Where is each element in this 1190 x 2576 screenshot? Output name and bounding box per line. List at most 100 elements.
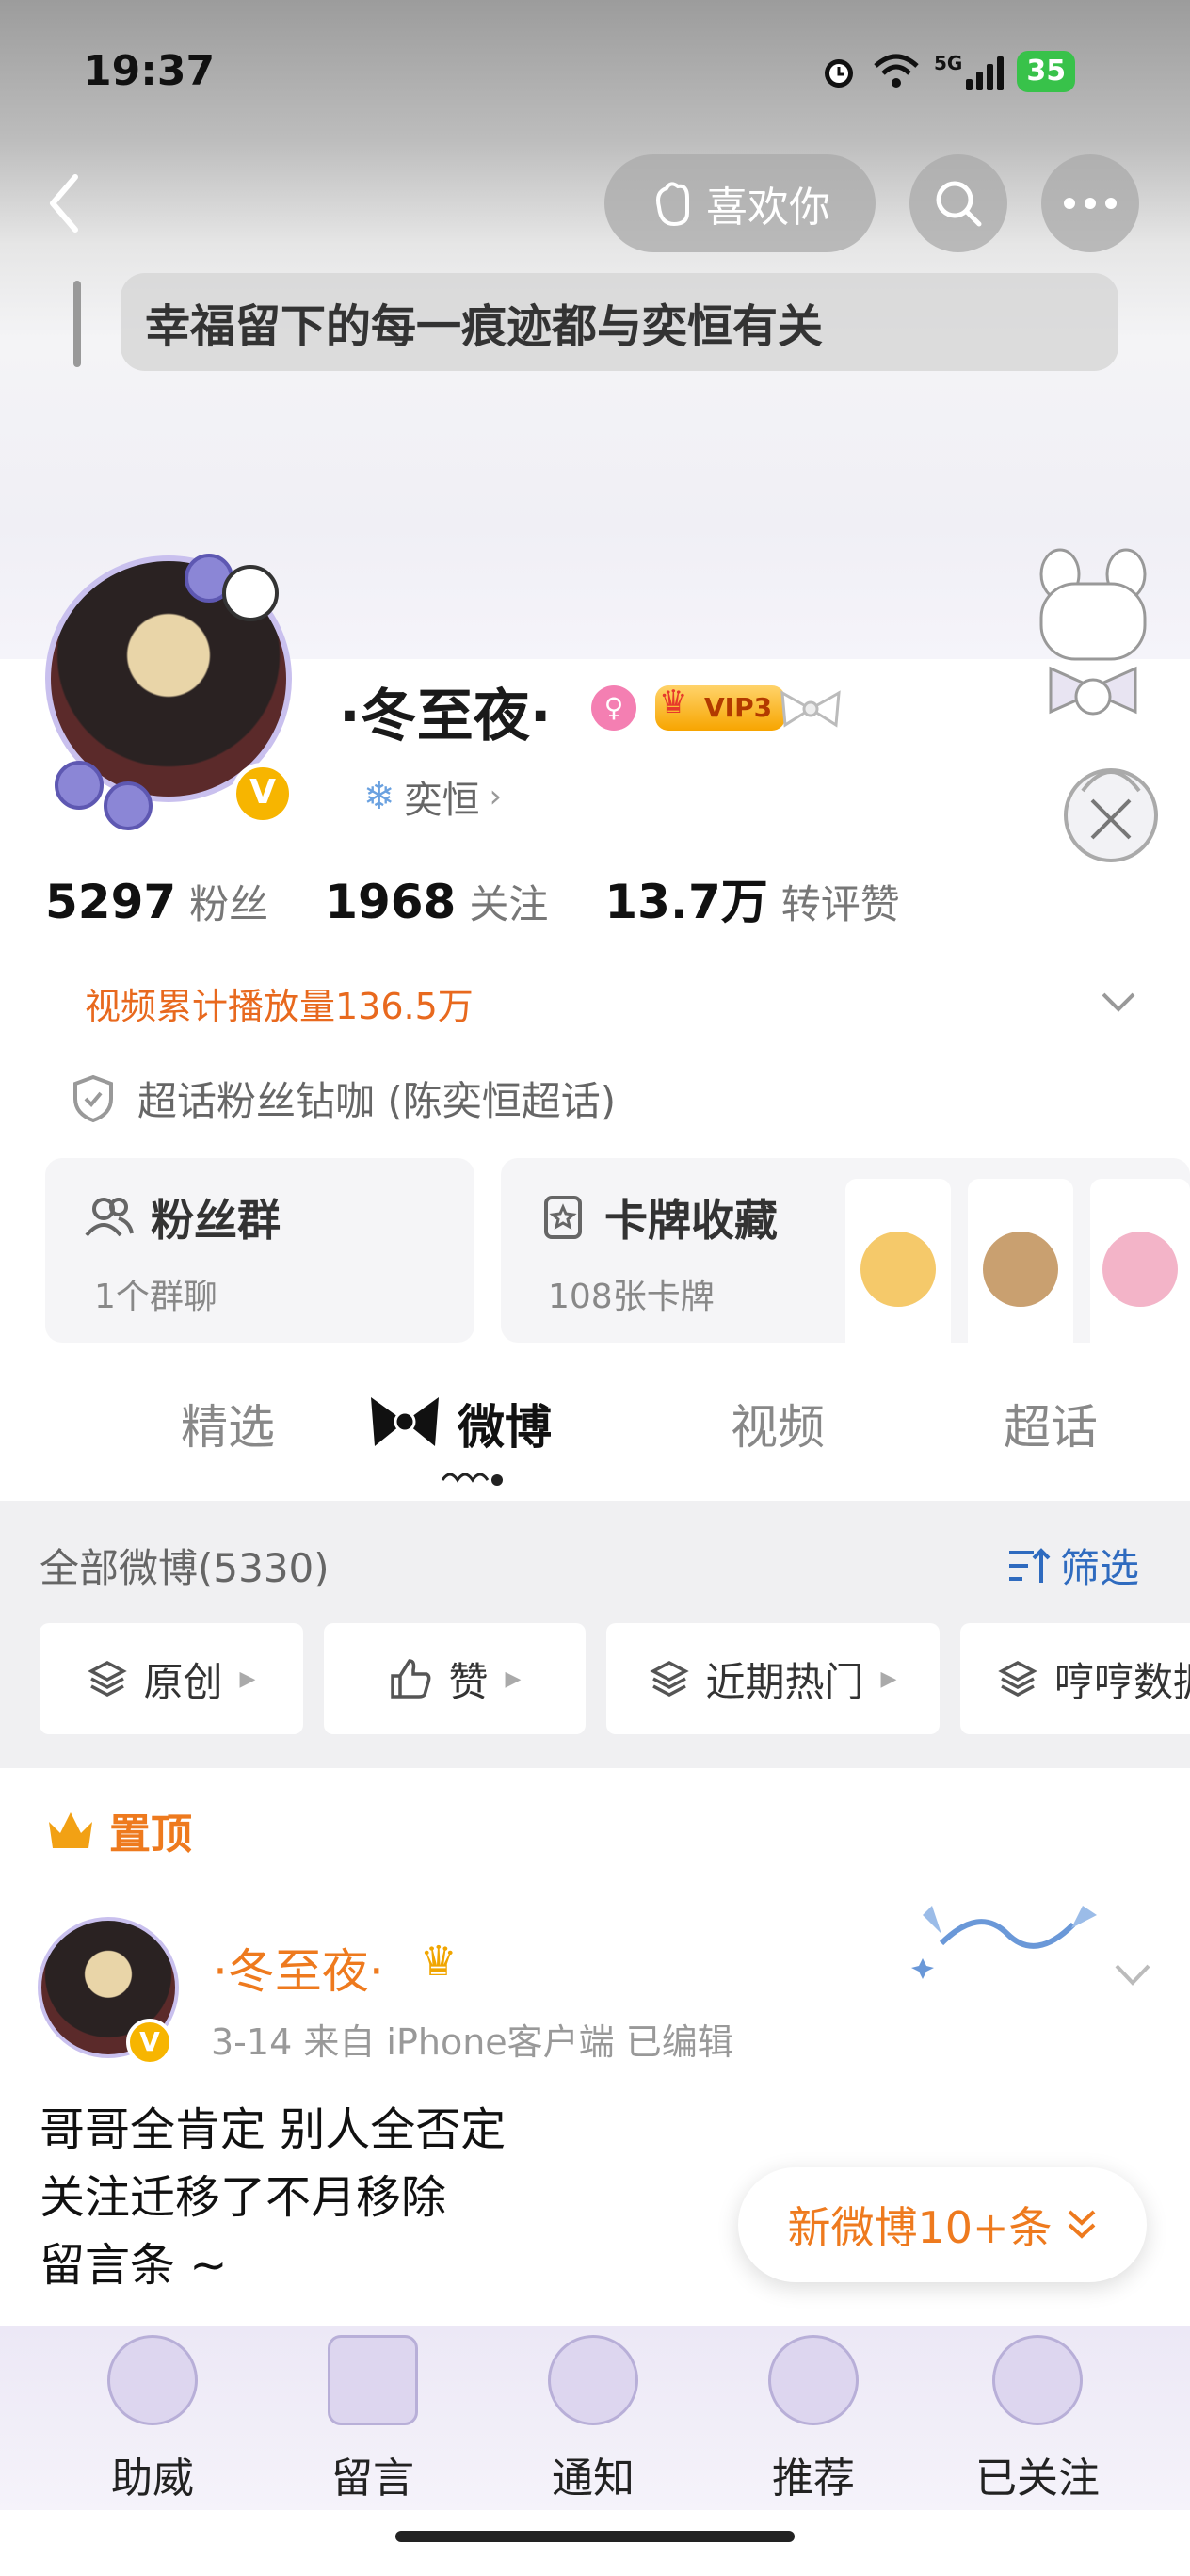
nav-label: 推荐: [772, 2455, 855, 2503]
fan-group-sub: 1个群聊: [94, 1278, 217, 1316]
filter-button[interactable]: 筛选: [1007, 1537, 1139, 1594]
snowflake-icon: ❄: [363, 775, 395, 818]
stat-label: 粉丝: [189, 881, 269, 927]
caret-right-icon: ▶: [239, 1666, 256, 1691]
tab-featured[interactable]: 精选: [181, 1390, 275, 1457]
bunny-decoration-icon: [1039, 548, 1147, 716]
topic-label: 奕恒: [404, 779, 480, 822]
crown-icon: ♛: [420, 1938, 458, 1986]
crown-icon: [49, 1812, 92, 1848]
bow-icon: [548, 2335, 638, 2425]
topic-pill[interactable]: ❄ 奕恒 ›: [335, 765, 531, 829]
post-line: 哥哥全肯定 别人全否定: [40, 2103, 507, 2156]
signal-icon: [966, 53, 1005, 90]
chip-original[interactable]: 原创 ▶: [40, 1623, 303, 1734]
layers-icon: [998, 1661, 1037, 1697]
chevron-right-icon: ›: [489, 778, 503, 815]
card-collection-sub: 108张卡牌: [548, 1278, 715, 1316]
nav-label: 已关注: [975, 2455, 1100, 2503]
profile-username: ·冬至夜·: [339, 684, 552, 749]
collected-card-thumbnail[interactable]: [968, 1179, 1073, 1363]
nav-label: 留言: [331, 2455, 414, 2503]
chibi-card-icon: [860, 1232, 936, 1307]
post-meta: 3-14 来自 iPhone客户端 已编辑: [211, 2021, 733, 2063]
post-line: 关注迁移了不月移除: [40, 2171, 447, 2224]
stat-following[interactable]: 1968 关注: [325, 873, 548, 930]
nav-cheer[interactable]: 助威: [77, 2335, 228, 2504]
chibi-card-icon: [983, 1232, 1058, 1307]
bag-icon: [107, 2335, 198, 2425]
nav-following[interactable]: 已关注: [962, 2335, 1113, 2504]
profile-stats: 5297 粉丝 1968 关注 13.7万 转评赞: [45, 864, 900, 932]
nav-message[interactable]: 留言: [298, 2335, 448, 2504]
caret-right-icon: ▶: [880, 1666, 897, 1691]
chip-label: 近期热门: [705, 1658, 864, 1705]
group-icon: [85, 1198, 134, 1237]
ribbon-birds-decoration-icon: [911, 1906, 1097, 1979]
tab-super-topic[interactable]: 超话: [1004, 1390, 1098, 1457]
fan-level-icon[interactable]: ♀: [591, 685, 636, 731]
more-button[interactable]: [1041, 154, 1139, 252]
alarm-icon: [825, 59, 853, 88]
chip-hengheng-data[interactable]: 哼哼数据: [960, 1623, 1190, 1734]
all-weibo-count: 全部微博(5330): [40, 1545, 330, 1591]
stat-interactions[interactable]: 13.7万 转评赞: [604, 864, 899, 932]
paw-indicator-icon: [441, 1473, 503, 1486]
fan-group-title: 粉丝群: [151, 1195, 281, 1246]
search-button[interactable]: [909, 154, 1007, 252]
home-indicator[interactable]: [395, 2531, 795, 2542]
profile-slogan: 幸福留下的每一痕迹都与奕恒有关: [121, 273, 1118, 371]
tab-weibo[interactable]: 微博: [458, 1390, 552, 1457]
filter-label: 筛选: [1060, 1545, 1140, 1591]
memo-icon: [328, 2335, 418, 2425]
new-posts-button[interactable]: 新微博10+条: [738, 2167, 1147, 2282]
stat-label: 转评赞: [780, 881, 900, 927]
skull-decoration-icon: [222, 565, 279, 621]
network-type: 5G: [934, 52, 963, 74]
rose-decoration-icon: [104, 781, 153, 830]
chevron-down-icon[interactable]: [1096, 979, 1141, 1024]
wifi-icon: [874, 54, 919, 88]
battery-icon: 35: [1017, 51, 1076, 92]
new-posts-label: 新微博10+条: [787, 2202, 1053, 2253]
card-collection-title: 卡牌收藏: [604, 1195, 778, 1246]
post-author-name[interactable]: ·冬至夜·: [213, 1934, 384, 2002]
status-time: 19:37: [83, 47, 216, 95]
video-plays-pill[interactable]: 视频累计播放量136.5万: [53, 970, 506, 1036]
nav-recommend[interactable]: 推荐: [738, 2335, 889, 2504]
layers-icon: [87, 1661, 127, 1697]
slogan-divider: [73, 281, 81, 367]
verified-badge: V: [232, 763, 294, 825]
chip-label: 赞: [448, 1658, 489, 1705]
chibi-card-icon: [1102, 1232, 1178, 1307]
nav-notification[interactable]: 通知: [518, 2335, 668, 2504]
tab-video[interactable]: 视频: [731, 1390, 825, 1457]
more-icon: [1064, 198, 1117, 209]
chip-like[interactable]: 赞 ▶: [324, 1623, 586, 1734]
nav-label: 通知: [552, 2455, 635, 2503]
superfan-label: 超话粉丝钻咖 (陈奕恒超话): [137, 1078, 617, 1124]
bag-charm-decoration-icon: [1064, 768, 1158, 862]
caret-right-icon: ▶: [505, 1666, 522, 1691]
stat-number: 13.7万: [604, 875, 768, 929]
collected-card-thumbnail[interactable]: [845, 1179, 951, 1363]
collected-card-thumbnail[interactable]: [1090, 1179, 1190, 1363]
stat-number: 5297: [45, 875, 177, 929]
chip-recent-hot[interactable]: 近期热门 ▶: [606, 1623, 940, 1734]
bunny-icon: [768, 2335, 859, 2425]
stat-followers[interactable]: 5297 粉丝: [45, 873, 268, 930]
search-icon: [936, 181, 982, 227]
superfan-status[interactable]: 超话粉丝钻咖 (陈奕恒超话): [72, 1070, 616, 1127]
filter-icon: [1009, 1547, 1051, 1583]
verified-badge: V: [126, 2019, 173, 2066]
bow-tab-icon: [371, 1397, 439, 1446]
card-collection-icon: [544, 1196, 582, 1239]
layers-icon: [649, 1661, 689, 1697]
fan-group-card[interactable]: 粉丝群 1个群聊: [45, 1158, 474, 1343]
chevron-down-icon[interactable]: [1111, 1953, 1154, 1996]
nav-label: 助威: [111, 2455, 194, 2503]
rose-decoration-icon: [55, 761, 104, 810]
back-icon[interactable]: [38, 166, 94, 241]
like-you-button[interactable]: 喜欢你: [604, 154, 876, 252]
status-icons: 5G 35: [819, 51, 1076, 92]
